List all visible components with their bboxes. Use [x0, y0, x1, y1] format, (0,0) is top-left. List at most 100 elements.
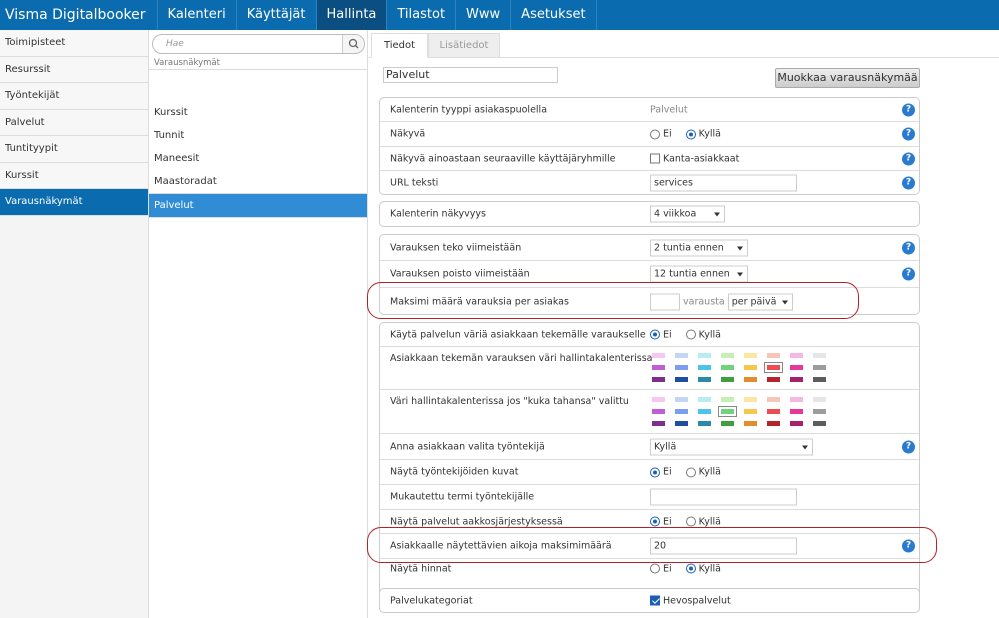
color-swatch[interactable] [744, 377, 757, 382]
help-icon[interactable]: ? [902, 241, 915, 254]
sidebar-item-tuntityypit[interactable]: Tuntityypit [0, 136, 148, 163]
list-item-maneesit[interactable]: Maneesit [149, 147, 367, 171]
view-name-field[interactable]: Palvelut [383, 67, 558, 83]
color-swatch[interactable] [813, 397, 826, 402]
visible-row: Näkyvä Ei Kyllä ? [380, 122, 919, 147]
sidebar-item-kurssit[interactable]: Kurssit [0, 162, 148, 189]
color-swatch[interactable] [813, 409, 826, 414]
color-swatch[interactable] [652, 353, 665, 358]
color-swatch[interactable] [652, 409, 665, 414]
latest-cancel-select[interactable]: 12 tuntia ennen [650, 265, 748, 283]
nav-www[interactable]: Www [456, 0, 512, 30]
help-icon[interactable]: ? [902, 103, 915, 116]
color-swatch[interactable] [721, 365, 734, 370]
list-item-maastoradat[interactable]: Maastoradat [149, 170, 367, 194]
color-swatch[interactable] [813, 377, 826, 382]
color-swatch[interactable] [718, 406, 737, 417]
kanta-asiakkaat-checkbox[interactable] [650, 153, 660, 164]
color-swatch[interactable] [698, 365, 711, 370]
color-swatch[interactable] [721, 397, 734, 402]
color-swatch[interactable] [721, 421, 734, 426]
color-swatch[interactable] [744, 409, 757, 414]
help-icon[interactable]: ? [902, 152, 915, 165]
color-swatch[interactable] [675, 409, 688, 414]
color-swatch[interactable] [813, 353, 826, 358]
color-swatch[interactable] [675, 397, 688, 402]
color-swatch[interactable] [675, 421, 688, 426]
color-swatch[interactable] [652, 365, 665, 370]
color-swatch[interactable] [813, 365, 826, 370]
color-swatch[interactable] [698, 353, 711, 358]
color-swatch[interactable] [652, 377, 665, 382]
employee-images-yes-radio[interactable] [685, 467, 696, 477]
show-prices-no-radio[interactable] [650, 563, 660, 574]
color-swatch[interactable] [744, 353, 757, 358]
visible-no-radio[interactable] [650, 129, 660, 139]
color-swatch[interactable] [698, 397, 711, 402]
alphabetical-yes-radio[interactable] [685, 516, 696, 527]
list-item-kurssit[interactable]: Kurssit [149, 101, 367, 125]
list-item-palvelut[interactable]: Palvelut [149, 194, 367, 218]
employee-images-no-radio[interactable] [650, 467, 660, 477]
color-swatch[interactable] [652, 397, 665, 402]
color-swatch[interactable] [675, 353, 688, 358]
help-icon[interactable]: ? [902, 127, 915, 141]
color-swatch[interactable] [764, 362, 783, 373]
tab-lisatiedot[interactable]: Lisätiedot [428, 33, 500, 58]
help-icon[interactable]: ? [902, 440, 915, 453]
edit-booking-view-button[interactable]: Muokkaa varausnäkymää [775, 68, 920, 88]
color-swatch[interactable] [652, 421, 665, 426]
color-swatch[interactable] [698, 377, 711, 382]
nav-tilastot[interactable]: Tilastot [387, 0, 457, 30]
visible-yes-radio[interactable] [685, 129, 696, 139]
color-swatch[interactable] [744, 397, 757, 402]
color-swatch[interactable] [790, 377, 803, 382]
show-prices-yes-radio[interactable] [685, 563, 696, 574]
sidebar-item-varausnakymat[interactable]: Varausnäkymät [0, 189, 148, 216]
color-swatch[interactable] [767, 409, 780, 414]
color-swatch[interactable] [744, 365, 757, 370]
nav-kayttajat[interactable]: Käyttäjät [237, 0, 317, 30]
sidebar-item-resurssit[interactable]: Resurssit [0, 56, 148, 83]
color-swatch[interactable] [767, 353, 780, 358]
color-swatch[interactable] [767, 377, 780, 382]
list-item-tunnit[interactable]: Tunnit [149, 124, 367, 148]
color-swatch[interactable] [698, 421, 711, 426]
search-button[interactable] [342, 35, 364, 53]
booking-view-list: Hae Varausnäkymät Kurssit Tunnit Maneesi… [149, 30, 368, 618]
hevospalvelut-checkbox[interactable] [650, 595, 660, 606]
color-swatch[interactable] [675, 377, 688, 382]
alphabetical-no-radio[interactable] [650, 516, 660, 527]
color-swatch[interactable] [675, 365, 688, 370]
color-swatch[interactable] [790, 353, 803, 358]
latest-booking-select[interactable]: 2 tuntia ennen [650, 239, 748, 256]
service-color-yes-radio[interactable] [685, 329, 696, 340]
help-icon[interactable]: ? [902, 176, 915, 190]
calendar-visibility-select[interactable]: 4 viikkoa [650, 205, 725, 223]
color-swatch[interactable] [790, 365, 803, 370]
color-swatch[interactable] [721, 353, 734, 358]
brand-logo-text[interactable]: Visma Digitalbooker [0, 0, 158, 30]
nav-asetukset[interactable]: Asetukset [511, 0, 597, 30]
employee-select-dropdown[interactable]: Kyllä [650, 438, 813, 455]
color-swatch[interactable] [790, 397, 803, 402]
color-swatch[interactable] [744, 421, 757, 426]
color-swatch[interactable] [790, 421, 803, 426]
sidebar-item-toimipisteet[interactable]: Toimipisteet [0, 30, 148, 57]
color-swatch[interactable] [813, 421, 826, 426]
nav-kalenteri[interactable]: Kalenteri [158, 0, 237, 30]
sidebar-item-tyontekijat[interactable]: Työntekijät [0, 83, 148, 110]
employee-term-input[interactable] [650, 488, 797, 506]
color-swatch[interactable] [790, 409, 803, 414]
url-text-input[interactable]: services [650, 174, 797, 192]
color-swatch[interactable] [767, 397, 780, 402]
nav-hallinta[interactable]: Hallinta [316, 0, 388, 30]
search-input[interactable]: Hae [152, 34, 365, 54]
color-swatch[interactable] [698, 409, 711, 414]
color-swatch[interactable] [721, 377, 734, 382]
color-swatch[interactable] [767, 421, 780, 426]
help-icon[interactable]: ? [902, 267, 915, 281]
service-color-no-radio[interactable] [650, 329, 660, 340]
sidebar-item-palvelut[interactable]: Palvelut [0, 109, 148, 136]
tab-tiedot[interactable]: Tiedot [371, 33, 428, 58]
